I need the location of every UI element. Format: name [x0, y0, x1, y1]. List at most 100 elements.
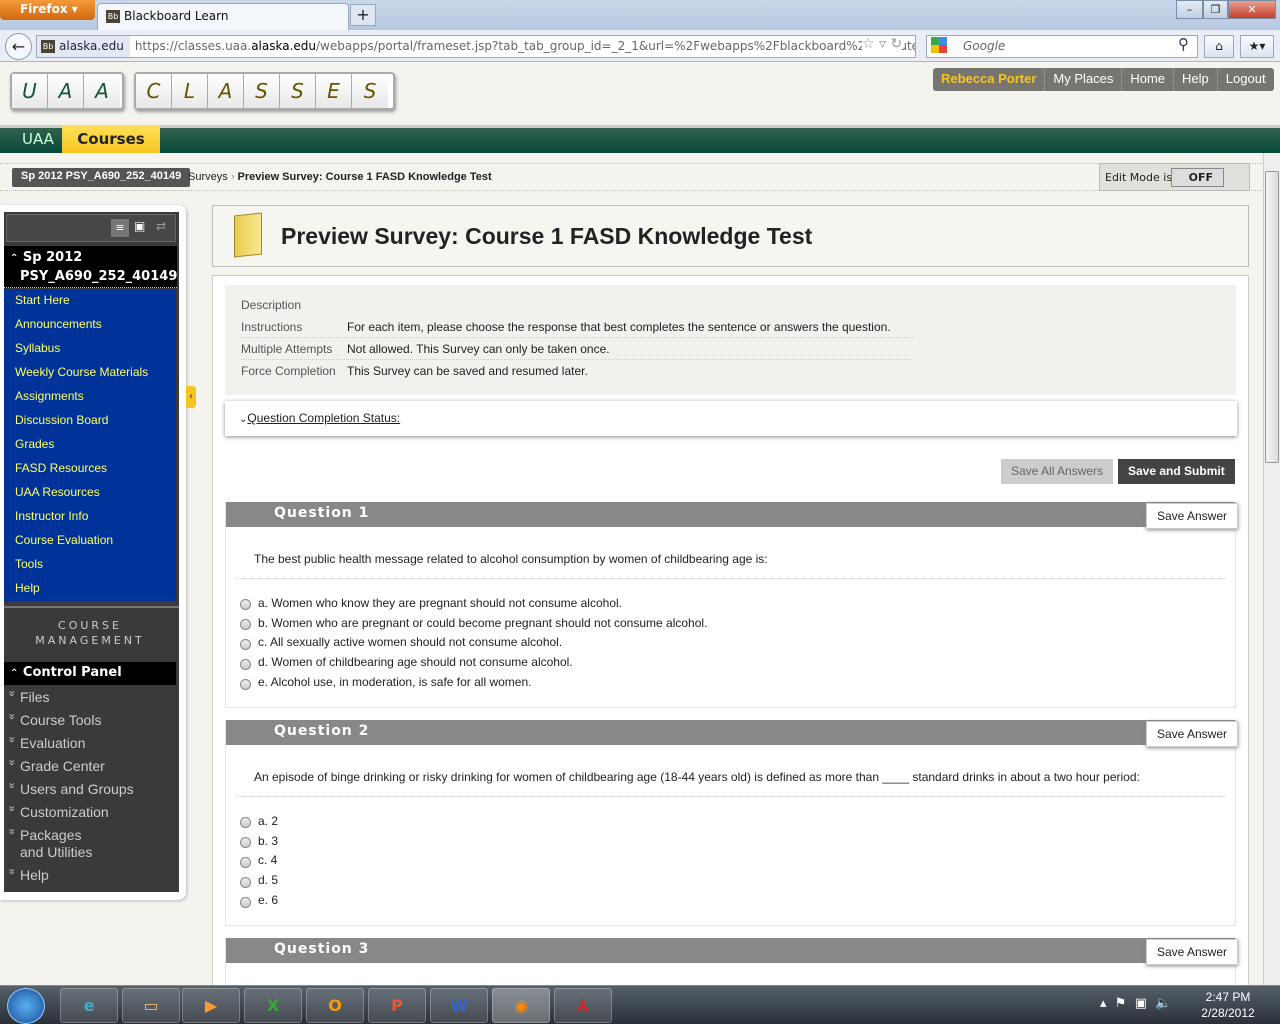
user-name-link[interactable]: Rebecca Porter — [933, 68, 1044, 91]
answer-option[interactable]: a. 2 — [240, 811, 1235, 831]
menu-item-discussion-board[interactable]: Discussion Board — [4, 409, 176, 433]
menu-item-uaa-resources[interactable]: UAA Resources — [4, 481, 176, 505]
search-magnifier-icon[interactable]: ⚲ — [1178, 35, 1189, 53]
help-link[interactable]: Help — [1173, 68, 1217, 91]
folder-view-icon[interactable]: ▣ — [134, 219, 145, 233]
answer-option[interactable]: b. Women who are pregnant or could becom… — [240, 613, 1235, 633]
radio-button[interactable] — [240, 658, 251, 670]
cp-evaluation[interactable]: Evaluation — [8, 735, 176, 752]
collapse-menu-button[interactable]: ‹ — [186, 386, 196, 408]
cp-customization[interactable]: Customization — [8, 804, 176, 821]
radio-button[interactable] — [240, 876, 251, 888]
completion-status-link[interactable]: Question Completion Status: — [247, 411, 400, 425]
site-identity[interactable]: Bb alaska.edu — [37, 36, 130, 57]
menu-item-assignments[interactable]: Assignments — [4, 385, 176, 409]
menu-item-fasd-resources[interactable]: FASD Resources — [4, 457, 176, 481]
tab-uaa[interactable]: UAA — [22, 130, 54, 148]
tab-title: Blackboard Learn — [124, 9, 229, 23]
restore-button[interactable]: ❐ — [1203, 0, 1228, 19]
course-title[interactable]: ⌃ Sp 2012 PSY_A690_252_40149 — [4, 246, 177, 288]
search-input[interactable]: Google — [926, 35, 1198, 58]
start-button[interactable] — [7, 988, 45, 1024]
powerpoint-icon[interactable]: P — [368, 988, 426, 1023]
firefox-taskbar-icon[interactable]: ◉ — [492, 988, 550, 1023]
menu-item-course-evaluation[interactable]: Course Evaluation — [4, 529, 176, 553]
firefox-menu-button[interactable]: Firefox ▾ — [0, 0, 95, 20]
save-and-submit-button[interactable]: Save and Submit — [1118, 459, 1235, 484]
question-completion-status-toggle[interactable]: ⌄Question Completion Status: — [225, 401, 1237, 436]
radio-button[interactable] — [240, 896, 251, 908]
survey-details — [225, 285, 1236, 395]
outlook-icon[interactable]: O — [306, 988, 364, 1023]
radio-button[interactable] — [240, 619, 251, 631]
cp-course-tools[interactable]: Course Tools — [8, 712, 176, 729]
adobe-reader-icon[interactable]: ⅄ — [554, 988, 612, 1023]
save-answer-button[interactable]: Save Answer — [1145, 721, 1238, 747]
option-label: e. Alcohol use, in moderation, is safe f… — [258, 675, 532, 690]
menu-item-grades[interactable]: Grades — [4, 433, 176, 457]
home-button[interactable]: ⌂ — [1204, 35, 1234, 58]
answer-option[interactable]: e. 6 — [240, 890, 1235, 910]
url-bar[interactable]: Bb alaska.edu https://classes.uaa.alaska.e… — [36, 35, 916, 58]
answer-option[interactable]: c. All sexually active women should not … — [240, 633, 1235, 653]
google-engine-icon[interactable] — [931, 37, 947, 53]
minimize-button[interactable]: – — [1176, 0, 1203, 19]
save-answer-button[interactable]: Save Answer — [1145, 939, 1238, 965]
windows-taskbar: e ▭ ▶ X O P W ◉ ⅄ ▴ ⚑ ▣ 🔈 — [0, 985, 1280, 1024]
answer-option[interactable]: d. Women of childbearing age should not … — [240, 652, 1235, 672]
close-window-button[interactable]: ✕ — [1228, 0, 1276, 19]
edit-mode-state[interactable]: OFF — [1171, 168, 1224, 187]
browser-tab-active[interactable]: Bb Blackboard Learn — [97, 3, 349, 30]
system-clock[interactable]: 2:47 PM 2/28/2012 — [1196, 989, 1260, 1021]
word-icon[interactable]: W — [430, 988, 488, 1023]
cp-users-and-groups[interactable]: Users and Groups — [8, 781, 176, 798]
excel-icon[interactable]: X — [244, 988, 302, 1023]
answer-option[interactable]: b. 3 — [240, 831, 1235, 851]
answer-option[interactable]: e. Alcohol use, in moderation, is safe f… — [240, 672, 1235, 692]
breadcrumb-surveys[interactable]: Surveys — [188, 171, 228, 183]
save-all-answers-button[interactable]: Save All Answers — [1001, 459, 1114, 484]
radio-button[interactable] — [240, 837, 251, 849]
radio-button[interactable] — [240, 638, 251, 650]
refresh-icon[interactable]: ⇄ — [156, 219, 166, 233]
logo-letter: A — [208, 74, 244, 108]
media-player-icon[interactable]: ▶ — [182, 988, 240, 1023]
bookmark-star-icon[interactable]: ☆ ▿ ↻ — [862, 36, 903, 52]
cp-packages-and-utilities[interactable]: Packages and Utilities — [8, 827, 108, 861]
list-view-icon[interactable]: ≡ — [111, 219, 129, 237]
breadcrumb-course[interactable]: Sp 2012 PSY_A690_252_40149 — [12, 168, 191, 187]
radio-button[interactable] — [240, 856, 251, 868]
radio-button[interactable] — [240, 678, 251, 690]
home-link[interactable]: Home — [1121, 68, 1173, 91]
menu-item-tools[interactable]: Tools — [4, 553, 176, 577]
menu-item-syllabus[interactable]: Syllabus — [4, 337, 176, 361]
my-places-link[interactable]: My Places — [1044, 68, 1121, 91]
radio-button[interactable] — [240, 817, 251, 829]
cp-help[interactable]: Help — [8, 867, 176, 884]
answer-option[interactable]: d. 5 — [240, 870, 1235, 890]
menu-item-instructor-info[interactable]: Instructor Info — [4, 505, 176, 529]
logout-link[interactable]: Logout — [1216, 68, 1274, 91]
bookmarks-button[interactable]: ★▾ — [1240, 35, 1274, 58]
cp-grade-center[interactable]: Grade Center — [8, 758, 176, 775]
option-label: a. 2 — [258, 813, 279, 828]
save-answer-button[interactable]: Save Answer — [1145, 503, 1238, 529]
back-button[interactable]: ← — [5, 33, 32, 60]
menu-item-start-here[interactable]: Start Here — [4, 289, 176, 313]
answer-option[interactable]: c. 4 — [240, 851, 1235, 871]
scrollbar-thumb[interactable] — [1265, 171, 1279, 463]
tab-courses[interactable]: Courses — [62, 125, 160, 153]
system-tray-icons[interactable]: ▴ ⚑ ▣ 🔈 — [1100, 996, 1171, 1011]
url-domain: alaska.edu — [251, 39, 317, 53]
answer-option[interactable]: a. Women who know they are pregnant shou… — [240, 593, 1235, 613]
edit-mode-toggle[interactable]: Edit Mode is: OFF — [1099, 163, 1250, 191]
menu-item-help[interactable]: Help — [4, 577, 176, 601]
cp-files[interactable]: Files — [8, 689, 176, 706]
file-explorer-icon[interactable]: ▭ — [122, 988, 180, 1023]
new-tab-button[interactable]: + — [350, 4, 376, 26]
menu-item-weekly-course-materials[interactable]: Weekly Course Materials — [4, 361, 176, 385]
menu-item-announcements[interactable]: Announcements — [4, 313, 176, 337]
control-panel-header[interactable]: ⌃ Control Panel — [4, 662, 176, 685]
radio-button[interactable] — [240, 599, 251, 611]
internet-explorer-icon[interactable]: e — [60, 988, 118, 1023]
